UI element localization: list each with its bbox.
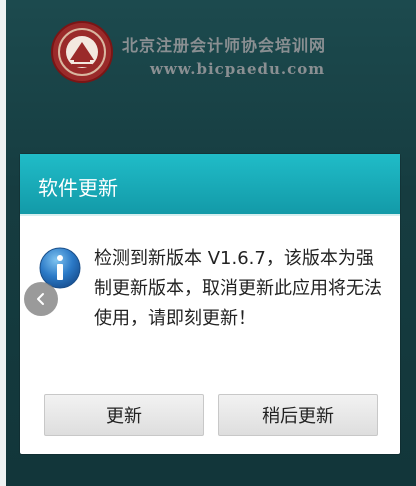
logo-icon <box>50 20 114 84</box>
org-name: 北京注册会计师协会培训网 <box>122 36 327 55</box>
update-later-button[interactable]: 稍后更新 <box>218 394 378 436</box>
update-button[interactable]: 更新 <box>44 394 204 436</box>
chevron-left-icon[interactable] <box>24 282 58 316</box>
dialog-header: 软件更新 <box>20 154 400 216</box>
screen-edge <box>0 0 6 486</box>
dialog-title: 软件更新 <box>38 176 118 200</box>
dialog-message: 检测到新版本 V1.6.7，该版本为强制更新版本，取消更新此应用将无法使用，请即… <box>94 248 382 329</box>
org-url: www.bicpaedu.com <box>150 60 326 78</box>
update-dialog: 软件更新 检测到新版本 V1.6.7，该版本为强制更新版本，取消更新此应用将无法… <box>20 154 400 454</box>
